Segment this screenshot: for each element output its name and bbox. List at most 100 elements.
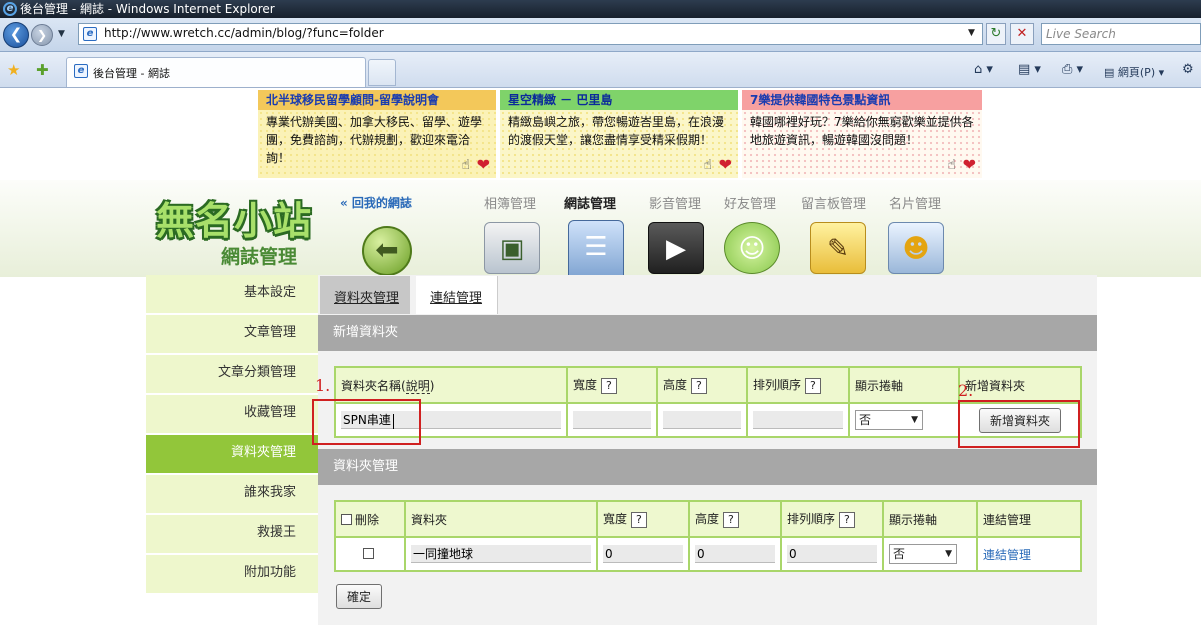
confirm-button[interactable]: 確定 xyxy=(336,584,383,609)
namecard-icon[interactable]: ☻ xyxy=(888,222,944,274)
cell-link: 連結管理 xyxy=(976,536,1082,572)
scroll-select-value[interactable]: 否 xyxy=(859,413,871,427)
ad-banner-2[interactable]: 星空精緻 － 巴里島 精緻島嶼之旅，帶您暢遊峇里島，在浪漫的渡假天堂，讓您盡情享… xyxy=(500,90,738,178)
tab-label[interactable]: 連結管理 xyxy=(430,287,482,306)
width-input[interactable] xyxy=(573,411,651,429)
delete-checkbox[interactable] xyxy=(363,548,374,559)
page-ie-icon: e xyxy=(83,27,97,41)
header-label: 排列順序 xyxy=(787,512,836,526)
nav-video[interactable]: 影音管理 xyxy=(649,193,701,212)
back-arrow-icon[interactable]: ⬅ xyxy=(362,226,412,276)
nav-guestbook[interactable]: 留言板管理 xyxy=(801,193,866,212)
sidebar-item-basic-settings[interactable]: 基本設定 xyxy=(146,275,318,315)
album-icon[interactable]: ▣ xyxy=(484,222,540,274)
sidebar-item-visitors[interactable]: 誰來我家 xyxy=(146,475,318,515)
help-icon[interactable]: ? xyxy=(601,378,617,394)
header-width: 寬度? xyxy=(566,366,658,404)
width-field[interactable] xyxy=(603,545,683,563)
forward-button[interactable]: ❯ xyxy=(31,24,53,46)
browser-tab-title[interactable]: 後台管理 - 網誌 xyxy=(93,65,170,81)
header-height: 高度? xyxy=(688,500,782,538)
help-icon[interactable]: ? xyxy=(723,512,739,528)
refresh-button[interactable]: ↻ xyxy=(986,23,1006,45)
page-menu-button[interactable]: ▤ 網頁(P) ▾ xyxy=(1104,64,1164,80)
cell-width xyxy=(566,402,658,438)
guestbook-icon[interactable]: ✎ xyxy=(810,222,866,274)
add-favorite-icon[interactable]: ✚ xyxy=(36,61,49,79)
header-width: 寬度? xyxy=(596,500,690,538)
explain-link[interactable]: 說明 xyxy=(405,378,430,394)
section-title-new-folder: 新增資料夾 xyxy=(318,315,1097,351)
page-title: 網誌管理 xyxy=(221,246,298,268)
ad-banner-1[interactable]: 北半球移民留學顧問-留學說明會 專業代辦美國、加拿大移民、留學、遊學團，免費諮詢… xyxy=(258,90,496,178)
search-placeholder[interactable]: Live Search xyxy=(1046,27,1116,41)
header-label: 資料夾名稱( xyxy=(341,378,406,393)
help-icon[interactable]: ? xyxy=(631,512,647,528)
folder-manager-table: 刪除 資料夾 寬度? 高度? 排列順序? 顯示捲軸 連結管理 否▼ 連結管理 xyxy=(334,500,1082,572)
sidebar-item-addons[interactable]: 附加功能 xyxy=(146,555,318,595)
ad-body[interactable]: 韓國哪裡好玩？7樂給你無窮歡樂並提供各地旅遊資訊，暢遊韓國沒問題！ xyxy=(750,115,974,147)
tab-link-manager[interactable]: 連結管理 xyxy=(416,276,498,314)
help-icon[interactable]: ? xyxy=(805,378,821,394)
sidebar-item-articles[interactable]: 文章管理 xyxy=(146,315,318,355)
back-button[interactable]: ❮ xyxy=(3,22,29,48)
pointer-hand-icon: ☝ xyxy=(947,157,956,173)
tab-label[interactable]: 資料夾管理 xyxy=(334,287,399,306)
nav-friends[interactable]: 好友管理 xyxy=(724,193,776,212)
folder-name-field[interactable] xyxy=(411,545,591,563)
cell-scroll: 否 ▼ xyxy=(882,536,978,572)
feeds-icon[interactable]: ▤ ▾ xyxy=(1018,62,1041,77)
home-icon[interactable]: ⌂ ▾ xyxy=(974,62,993,77)
ad-body[interactable]: 專業代辦美國、加拿大移民、留學、遊學團，免費諮詢，代辦規劃，歡迎來電洽詢！ xyxy=(266,115,482,165)
nav-blog[interactable]: 網誌管理 xyxy=(564,193,616,212)
favorites-star-icon[interactable]: ★ xyxy=(7,61,20,79)
page-menu-label[interactable]: 網頁(P) xyxy=(1118,66,1155,79)
scroll-select[interactable]: 否 ▼ xyxy=(889,544,957,564)
cell-height xyxy=(656,402,748,438)
header-label: 寬度 xyxy=(603,512,628,526)
header-label: ) xyxy=(429,378,435,393)
pointer-hand-icon: ☝ xyxy=(703,157,712,173)
address-dropdown-icon[interactable]: ▼ xyxy=(968,28,975,38)
help-icon[interactable]: ? xyxy=(839,512,855,528)
help-icon[interactable]: ? xyxy=(691,378,707,394)
new-tab-button[interactable] xyxy=(368,59,396,86)
order-input[interactable] xyxy=(753,411,843,429)
sidebar: 基本設定 文章管理 文章分類管理 收藏管理 資料夾管理 誰來我家 救援王 附加功… xyxy=(146,275,318,595)
annotation-box-2 xyxy=(958,400,1080,448)
height-field[interactable] xyxy=(695,545,775,563)
sidebar-item-rescue[interactable]: 救援王 xyxy=(146,515,318,555)
select-all-checkbox[interactable] xyxy=(341,513,352,525)
chevron-down-icon[interactable]: ▼ xyxy=(945,545,952,563)
tab-folder-manager[interactable]: 資料夾管理 xyxy=(320,276,410,314)
print-icon[interactable]: ⎙ ▾ xyxy=(1062,62,1083,77)
link-manager-link[interactable]: 連結管理 xyxy=(983,548,1031,562)
nav-album[interactable]: 相簿管理 xyxy=(484,193,536,212)
ie-logo-icon: e xyxy=(3,2,17,16)
sidebar-item-folders[interactable]: 資料夾管理 xyxy=(146,435,318,475)
sidebar-item-collections[interactable]: 收藏管理 xyxy=(146,395,318,435)
height-input[interactable] xyxy=(663,411,741,429)
ad-banner-3[interactable]: 7樂提供韓國特色景點資訊 韓國哪裡好玩？7樂給你無窮歡樂並提供各地旅遊資訊，暢遊… xyxy=(742,90,982,178)
ad-body[interactable]: 精緻島嶼之旅，帶您暢遊峇里島，在浪漫的渡假天堂，讓您盡情享受精采假期！ xyxy=(508,115,724,147)
nav-namecard[interactable]: 名片管理 xyxy=(889,193,941,212)
tools-gear-icon[interactable]: ⚙ xyxy=(1182,62,1194,77)
window-title-bar: 後台管理 - 網誌 - Windows Internet Explorer xyxy=(0,0,1201,18)
scroll-select[interactable]: 否 ▼ xyxy=(855,410,923,430)
ad-title[interactable]: 7樂提供韓國特色景點資訊 xyxy=(742,90,982,110)
scroll-select-value[interactable]: 否 xyxy=(893,547,905,561)
stop-button[interactable]: ✕ xyxy=(1010,23,1034,45)
chevron-down-icon[interactable]: ▼ xyxy=(911,411,918,429)
friends-icon[interactable]: ☺ xyxy=(724,222,780,274)
annotation-box-1 xyxy=(312,399,421,445)
sidebar-item-categories[interactable]: 文章分類管理 xyxy=(146,355,318,395)
address-text[interactable]: http://www.wretch.cc/admin/blog/?func=fo… xyxy=(104,26,384,40)
site-logo[interactable]: 無名小站 xyxy=(156,190,312,245)
video-icon[interactable]: ▶ xyxy=(648,222,704,274)
order-field[interactable] xyxy=(787,545,877,563)
ad-title[interactable]: 北半球移民留學顧問-留學說明會 xyxy=(258,90,496,110)
back-to-blog-link[interactable]: « 回我的網誌 xyxy=(340,194,412,211)
history-dropdown-icon[interactable]: ▼ xyxy=(58,29,65,39)
ad-title[interactable]: 星空精緻 － 巴里島 xyxy=(500,90,738,110)
cell-folder xyxy=(404,536,598,572)
